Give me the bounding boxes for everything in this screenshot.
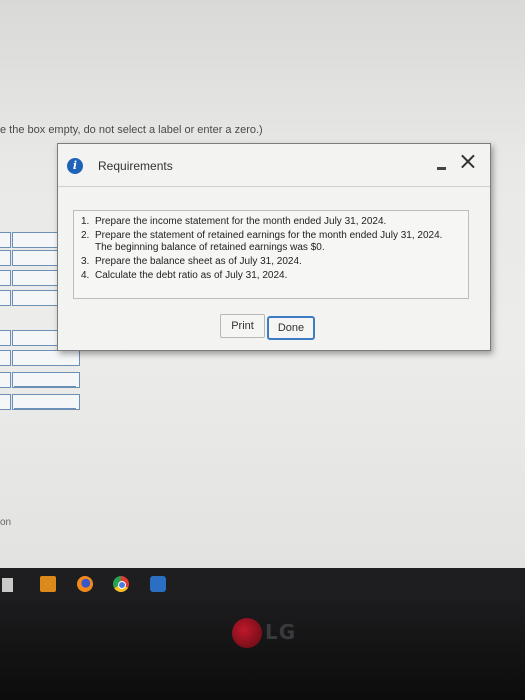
answer-cell[interactable]: [0, 270, 11, 286]
instruction-text: e the box empty, do not select a label o…: [0, 124, 263, 136]
requirement-item: 1. Prepare the income statement for the …: [81, 216, 468, 228]
requirement-text: Prepare the balance sheet as of July 31,…: [95, 256, 302, 267]
requirements-list-box: 1. Prepare the income statement for the …: [73, 210, 469, 299]
done-button[interactable]: Done: [267, 316, 315, 340]
dialog-header: i Requirements ×: [58, 144, 490, 187]
requirements-dialog: i Requirements × 1. Prepare the income s…: [57, 143, 491, 351]
total-underline: [14, 386, 76, 388]
requirement-number: 3.: [81, 256, 90, 267]
chrome-icon[interactable]: [113, 576, 129, 592]
answer-cell[interactable]: [0, 394, 11, 410]
monitor-bezel: [0, 600, 525, 700]
monitor-brand: LG: [265, 620, 297, 644]
taskbar: [0, 568, 525, 600]
screen-area: e the box empty, do not select a label o…: [0, 0, 525, 572]
firefox-icon[interactable]: [77, 576, 93, 592]
answer-cell[interactable]: [0, 350, 11, 366]
print-button[interactable]: Print: [220, 314, 265, 338]
requirement-number: 2.: [81, 230, 90, 241]
media-player-icon[interactable]: [40, 576, 56, 592]
dialog-title: Requirements: [98, 159, 173, 173]
requirements-list: 1. Prepare the income statement for the …: [74, 211, 468, 282]
requirement-item: 2. Prepare the statement of retained ear…: [81, 230, 468, 254]
cloud-icon[interactable]: [150, 576, 166, 592]
requirement-item: 4. Calculate the debt ratio as of July 3…: [81, 270, 468, 282]
answer-cell[interactable]: [0, 250, 11, 266]
total-underline: [14, 408, 76, 410]
requirement-number: 4.: [81, 270, 90, 281]
store-icon[interactable]: [2, 578, 13, 592]
lg-logo-icon: [232, 618, 262, 648]
info-icon: i: [67, 158, 83, 174]
answer-cell[interactable]: [0, 290, 11, 306]
answer-cell[interactable]: [0, 232, 11, 248]
side-text: on: [0, 517, 12, 528]
requirement-item: 3. Prepare the balance sheet as of July …: [81, 256, 468, 268]
requirement-number: 1.: [81, 216, 90, 227]
requirement-text: Prepare the statement of retained earnin…: [95, 230, 443, 253]
answer-cell[interactable]: [0, 372, 11, 388]
requirement-text: Prepare the income statement for the mon…: [95, 216, 387, 227]
requirement-text: Calculate the debt ratio as of July 31, …: [95, 270, 288, 281]
answer-cell[interactable]: [0, 330, 11, 346]
minimize-icon[interactable]: [437, 167, 446, 170]
answer-cell[interactable]: [12, 350, 80, 366]
close-icon[interactable]: ×: [458, 149, 478, 173]
